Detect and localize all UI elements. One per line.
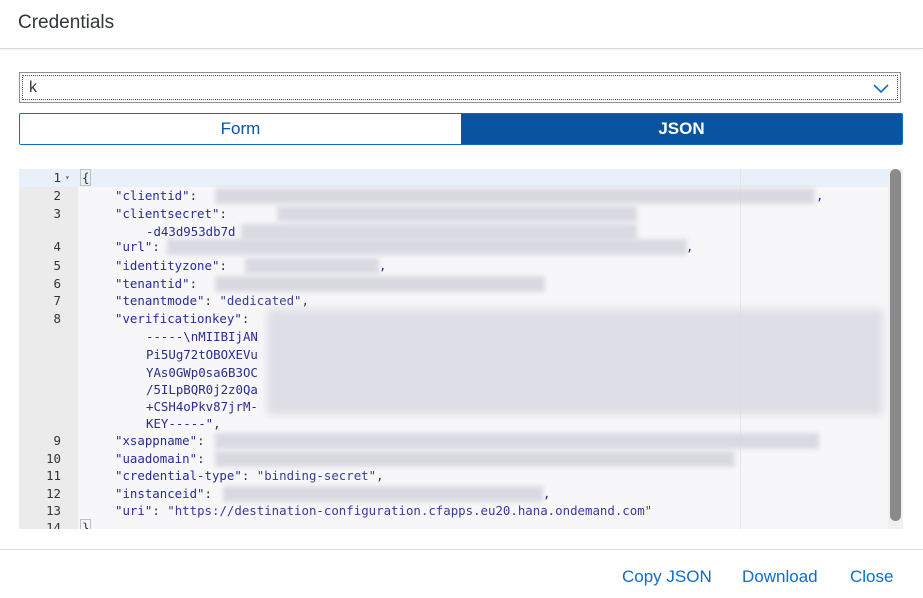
- code-text: "uri": "https://destination-configuratio…: [115, 503, 653, 518]
- close-button[interactable]: Close: [850, 567, 893, 587]
- comma: ,: [379, 258, 387, 273]
- code-text: "clientid":: [115, 188, 205, 203]
- code-line: 4 "url": ,: [19, 238, 889, 256]
- redacted-value: [277, 206, 637, 222]
- code-text: "clientsecret":: [115, 206, 235, 221]
- code-text: /5ILpBQR0j2z0Qa: [146, 382, 258, 397]
- scrollbar-thumb[interactable]: [890, 169, 901, 521]
- code-line: 12 "instanceid": ,: [19, 485, 889, 503]
- code-text: "credential-type": "binding-secret",: [115, 468, 384, 483]
- code-text: "uaadomain":: [115, 451, 212, 466]
- line-number: 3: [53, 206, 61, 221]
- dialog-title: Credentials: [18, 12, 115, 33]
- open-brace: {: [80, 169, 92, 186]
- dialog-footer: Copy JSON Download Close: [0, 549, 923, 598]
- json-key: "uri": [115, 503, 153, 518]
- comma: ,: [543, 486, 551, 501]
- json-key: "credential-type": [115, 468, 242, 483]
- code-text: "instanceid":: [115, 486, 220, 501]
- redacted-value: [215, 451, 735, 467]
- code-text: {: [80, 169, 92, 187]
- json-key: "uaadomain": [115, 451, 198, 466]
- code-line: 7 "tenantmode": "dedicated",: [19, 292, 889, 310]
- json-key: "verificationkey": [115, 311, 242, 326]
- code-text: +CSH4oPkv87jrM-: [146, 399, 258, 414]
- json-value: KEY-----": [146, 416, 214, 431]
- json-key: "instanceid": [115, 486, 205, 501]
- code-line: 5 "identityzone": ,: [19, 257, 889, 275]
- code-text: "verificationkey":: [115, 311, 250, 326]
- json-value: "https://destination-configuration.cfapp…: [167, 503, 653, 518]
- code-text: YAs0GWp0sa6B3OC: [146, 365, 258, 380]
- json-key: "tenantid": [115, 276, 190, 291]
- form-tab[interactable]: Form: [20, 114, 461, 144]
- json-editor[interactable]: 1 ▾ { 2 "clientid": , 3 "clientsecret": …: [19, 169, 903, 529]
- code-line: 14 }: [19, 519, 889, 529]
- line-number: 14: [46, 520, 61, 529]
- json-key: "identityzone": [115, 258, 220, 273]
- code-text: KEY-----",: [146, 416, 221, 431]
- code-line: 2 "clientid": ,: [19, 187, 889, 205]
- code-text: "url":: [115, 239, 168, 254]
- copy-json-button[interactable]: Copy JSON: [622, 567, 712, 587]
- dialog-header: Credentials: [0, 0, 923, 49]
- line-number: 6: [53, 276, 61, 291]
- json-key: "url": [115, 239, 153, 254]
- code-line: 13 "uri": "https://destination-configura…: [19, 502, 889, 520]
- line-number: 5: [53, 258, 61, 273]
- code-text: "tenantmode": "dedicated",: [115, 293, 309, 308]
- key-select[interactable]: k: [19, 72, 901, 103]
- json-key: "xsappname": [115, 433, 198, 448]
- line-number: 2: [53, 188, 61, 203]
- line-number: 13: [46, 503, 61, 518]
- editor-scrollbar[interactable]: [888, 169, 903, 529]
- download-button[interactable]: Download: [742, 567, 818, 587]
- line-number: 10: [46, 451, 61, 466]
- redacted-value: [215, 188, 815, 204]
- line-number: 12: [46, 486, 61, 501]
- code-text: "identityzone":: [115, 258, 235, 273]
- redacted-value: [167, 239, 687, 255]
- json-value: "dedicated": [219, 293, 302, 308]
- code-text: }: [80, 519, 92, 529]
- credentials-dialog: Credentials k Form JSON 1 ▾ { 2 "clienti…: [0, 0, 923, 597]
- comma: ,: [816, 188, 824, 203]
- line-number: 8: [53, 311, 61, 326]
- redacted-verificationkey: [267, 309, 883, 415]
- json-key: "clientsecret": [115, 206, 220, 221]
- redacted-value: [223, 486, 543, 502]
- comma: ,: [686, 239, 694, 254]
- key-select-value: k: [29, 79, 37, 96]
- close-brace: }: [80, 519, 92, 529]
- json-value: "binding-secret": [256, 468, 377, 483]
- json-key: "tenantmode": [115, 293, 205, 308]
- code-line: 11 "credential-type": "binding-secret",: [19, 467, 889, 485]
- code-line: 9 "xsappname":: [19, 432, 889, 450]
- line-number: 4: [53, 239, 61, 254]
- code-text: "xsappname":: [115, 433, 212, 448]
- line-number: 9: [53, 433, 61, 448]
- line-number: 11: [46, 468, 61, 483]
- redacted-value: [215, 276, 545, 292]
- line-number: 1: [53, 170, 61, 185]
- redacted-value: [245, 258, 379, 274]
- redacted-value: [215, 433, 819, 449]
- code-text: "tenantid":: [115, 276, 205, 291]
- code-line-wrap: KEY-----",: [19, 415, 889, 433]
- code-line: 6 "tenantid":: [19, 275, 889, 293]
- code-text: Pi5Ug72tOBOXEVu: [146, 347, 258, 362]
- code-line: 3 "clientsecret":: [19, 205, 889, 223]
- line-number: 7: [53, 293, 61, 308]
- chevron-down-icon[interactable]: [872, 80, 890, 96]
- json-tab[interactable]: JSON: [461, 114, 902, 144]
- code-text: -----\nMIIBIjAN: [146, 329, 258, 344]
- code-line: 1 ▾ {: [19, 169, 889, 187]
- fold-arrow-icon[interactable]: ▾: [65, 169, 70, 187]
- code-line: 10 "uaadomain":: [19, 450, 889, 468]
- json-key: "clientid": [115, 188, 190, 203]
- view-toggle: Form JSON: [19, 113, 903, 145]
